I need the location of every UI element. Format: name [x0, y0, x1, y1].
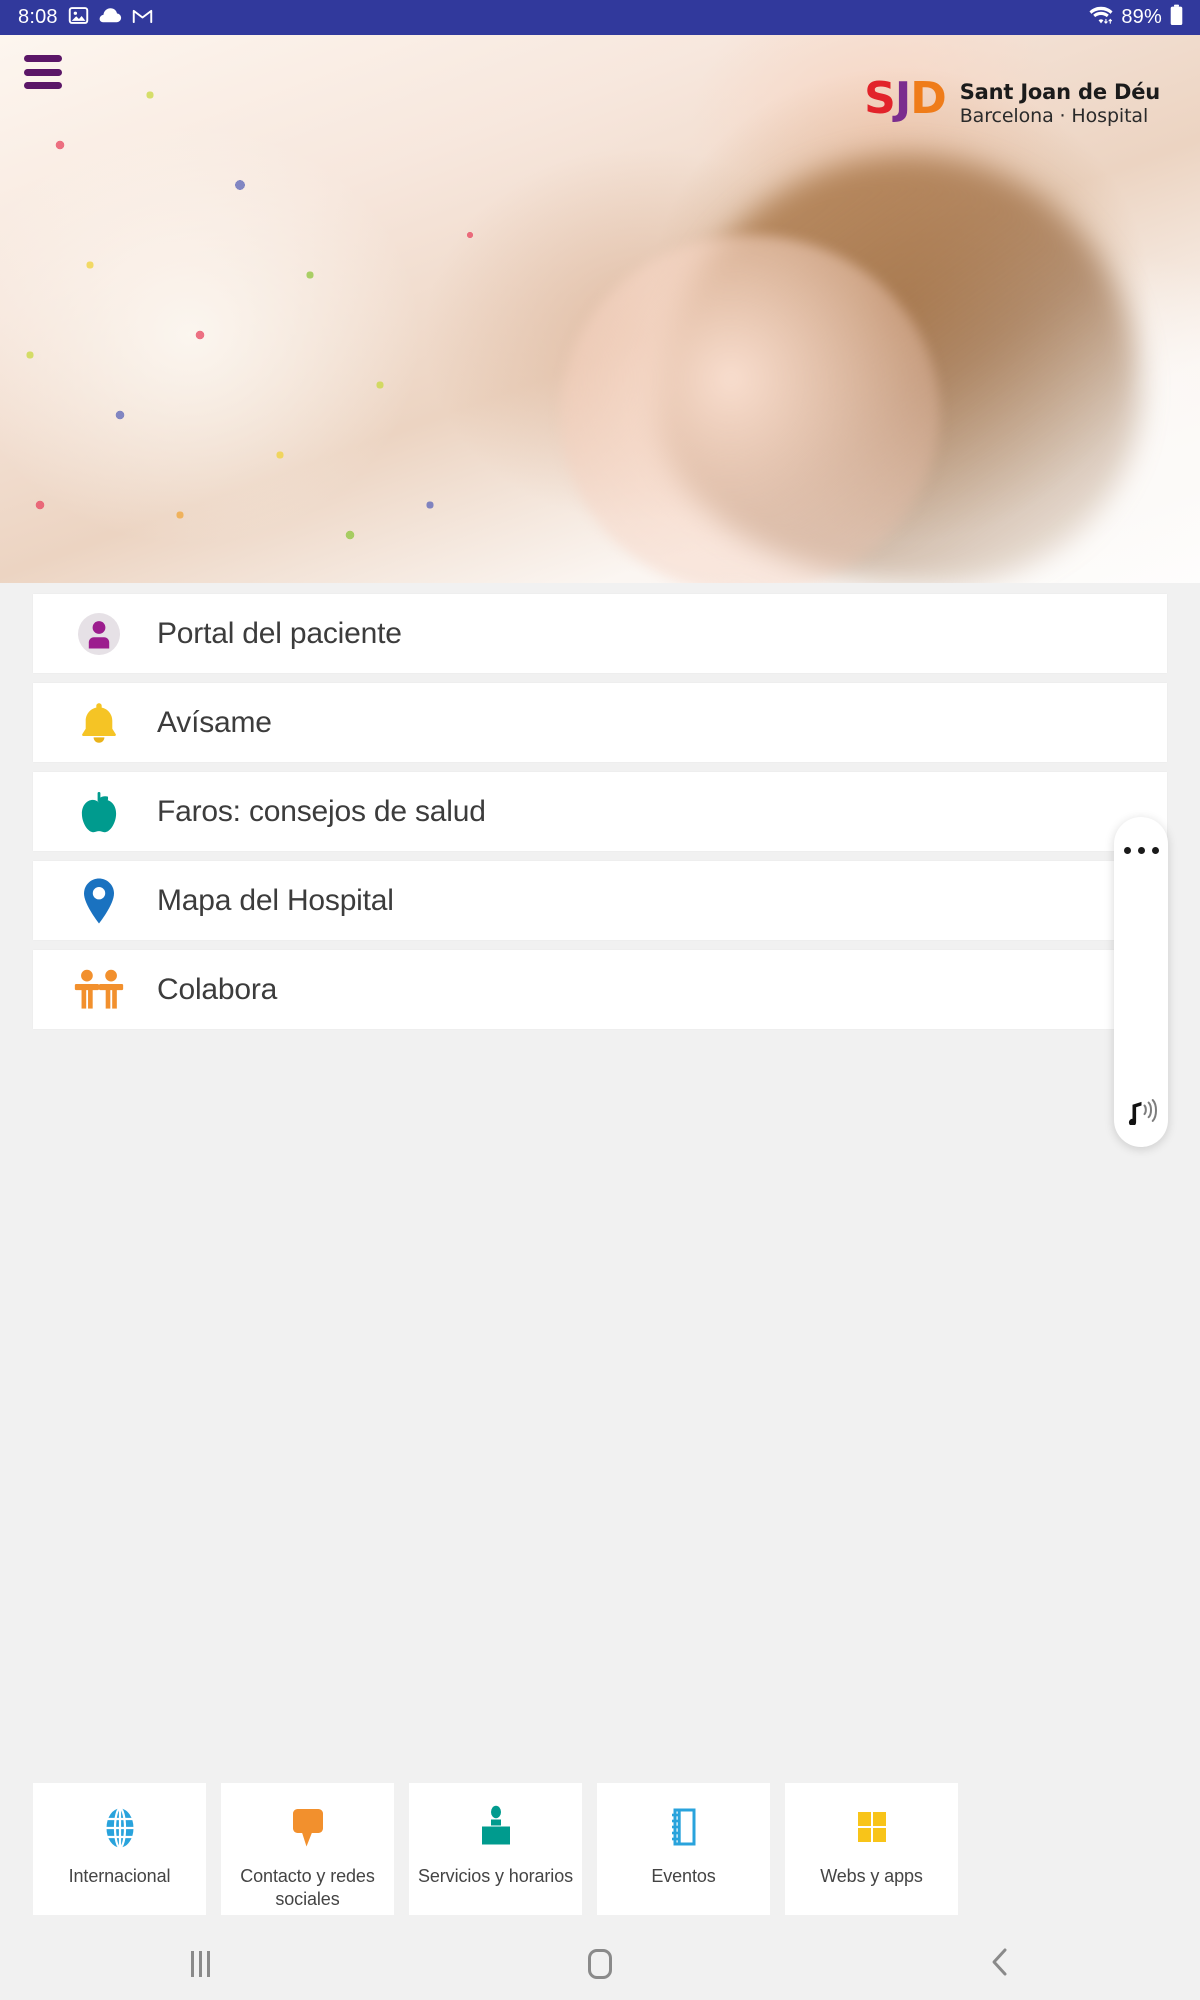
- tile-eventos[interactable]: Eventos: [597, 1783, 770, 1915]
- logo-letter-j: J: [894, 73, 911, 124]
- logo-name: Sant Joan de Déu: [959, 80, 1160, 104]
- app-root: 8:08 89% SJD Sant Joan de Déu Barcelona …: [0, 0, 1200, 2000]
- tile-label: Servicios y horarios: [417, 1866, 574, 1886]
- menu-item-faros-consejos-de-salud[interactable]: Faros: consejos de salud: [33, 772, 1167, 851]
- gmail-icon: [132, 7, 153, 29]
- status-bar: 8:08 89%: [0, 0, 1200, 35]
- grid-squares-icon: [849, 1805, 895, 1851]
- menu-item-label: Avísame: [157, 705, 272, 739]
- tile-contacto-y-redes-sociales[interactable]: Contacto y redes sociales: [221, 1783, 394, 1915]
- menu-item-label: Faros: consejos de salud: [157, 794, 486, 828]
- menu-item-portal-del-paciente[interactable]: Portal del paciente: [33, 594, 1167, 673]
- globe-icon: [97, 1805, 143, 1851]
- back-chevron-icon: [988, 1947, 1012, 1982]
- tile-internacional[interactable]: Internacional: [33, 1783, 206, 1915]
- speech-bubble-icon: [285, 1805, 331, 1851]
- logo-mark: SJD: [864, 77, 947, 121]
- menu-item-avisame[interactable]: Avísame: [33, 683, 1167, 762]
- photos-icon: [68, 5, 89, 31]
- bell-icon: [73, 697, 125, 749]
- battery-percent-label: 89%: [1121, 6, 1162, 28]
- music-note-icon[interactable]: [1114, 1097, 1168, 1125]
- hero-pajama-pattern: [0, 35, 560, 583]
- cloud-icon: [99, 7, 122, 29]
- status-bar-right: 89%: [1088, 4, 1184, 31]
- wifi-icon: [1088, 5, 1114, 31]
- notebook-icon: [661, 1805, 707, 1851]
- home-button[interactable]: [535, 1928, 665, 2000]
- two-people-icon: [73, 964, 125, 1016]
- logo-subtitle: Barcelona · Hospital: [959, 105, 1149, 128]
- tile-label: Internacional: [68, 1866, 171, 1886]
- battery-icon: [1169, 4, 1184, 31]
- back-button[interactable]: [935, 1928, 1065, 2000]
- menu-item-colabora[interactable]: Colabora: [33, 950, 1167, 1029]
- tile-label: Contacto y redes sociales: [240, 1866, 375, 1909]
- tile-webs-y-apps[interactable]: Webs y apps: [785, 1783, 958, 1915]
- status-time: 8:08: [18, 6, 58, 28]
- hospital-logo[interactable]: SJD Sant Joan de Déu Barcelona · Hospita…: [864, 77, 1160, 128]
- recents-button[interactable]: [135, 1928, 265, 2000]
- home-icon: [588, 1949, 612, 1979]
- logo-letter-d: D: [910, 73, 947, 124]
- reception-desk-icon: [473, 1805, 519, 1851]
- hero-banner: SJD Sant Joan de Déu Barcelona · Hospita…: [0, 35, 1200, 583]
- menu-item-label: Colabora: [157, 972, 278, 1006]
- logo-wordmark: Sant Joan de Déu Barcelona · Hospital: [960, 78, 1160, 128]
- logo-letter-s: S: [864, 73, 896, 124]
- apple-icon: [73, 786, 125, 838]
- menu-item-label: Mapa del Hospital: [157, 883, 394, 917]
- menu-item-mapa-del-hospital[interactable]: Mapa del Hospital: [33, 861, 1167, 940]
- android-navigation-bar: [0, 1928, 1200, 2000]
- map-pin-icon: [73, 875, 125, 927]
- tile-servicios-y-horarios[interactable]: Servicios y horarios: [409, 1783, 582, 1915]
- main-menu-list: Portal del paciente Avísame Faros: conse…: [33, 594, 1167, 1039]
- tile-label: Webs y apps: [820, 1866, 923, 1886]
- hero-child-face: [560, 235, 940, 583]
- quick-access-tiles: Internacional Contacto y redes sociales …: [33, 1783, 1167, 1915]
- patient-avatar-icon: [73, 608, 125, 660]
- tile-label: Eventos: [651, 1866, 716, 1886]
- more-dots-icon[interactable]: [1114, 847, 1168, 854]
- menu-item-label: Portal del paciente: [157, 616, 402, 650]
- status-bar-left: 8:08: [18, 5, 153, 31]
- recents-icon: [190, 1951, 210, 1977]
- edge-panel-handle[interactable]: [1114, 817, 1168, 1147]
- hamburger-menu-icon[interactable]: [24, 55, 62, 89]
